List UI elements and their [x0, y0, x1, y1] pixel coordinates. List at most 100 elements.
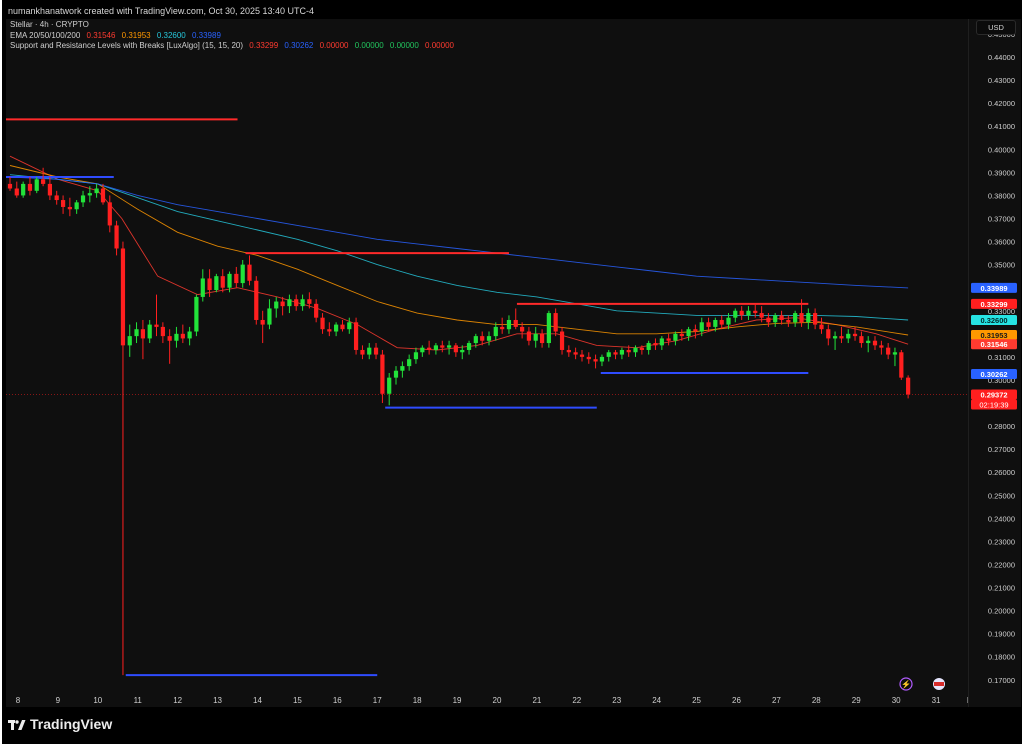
candle-body-109	[733, 310, 738, 318]
flag-stripe	[934, 682, 944, 686]
candle-body-66	[446, 345, 452, 348]
price-axis-svg: 0.450000.440000.430000.420000.410000.400…	[971, 30, 1017, 685]
candle-body-101	[679, 333, 684, 337]
candle-body-28	[194, 296, 199, 332]
ema200-value: 0.33989	[191, 30, 221, 40]
candle-body-85	[573, 352, 578, 355]
candle-body-21	[147, 324, 152, 339]
candle-body-95	[639, 347, 644, 350]
x-tick-label: 10	[93, 696, 102, 705]
candle-body-106	[713, 319, 718, 327]
candle-body-55	[373, 347, 379, 355]
y-tick-label: 0.28000	[988, 422, 1015, 431]
candle-body-26	[180, 333, 185, 339]
candle-body-11	[80, 195, 86, 203]
sr-label: Support and Resistance Levels with Break…	[10, 41, 244, 50]
candle-body-56	[380, 354, 385, 394]
candle-body-65	[440, 345, 445, 348]
candle-body-2	[21, 183, 26, 196]
sr-value-1: 0.33299	[249, 41, 279, 50]
candle-body-16	[114, 225, 119, 249]
x-tick-label: 31	[932, 696, 941, 705]
chart-header: numankhanatwork created with TradingView…	[8, 6, 314, 16]
ema-line-3	[9, 174, 909, 321]
ema-line[interactable]: EMA 20/50/100/200 0.31546 0.31953 0.3260…	[10, 31, 458, 42]
price-badge-1: 0.33299	[980, 300, 1007, 309]
candle-body-15	[107, 202, 112, 226]
candle-body-120	[806, 313, 811, 323]
candle-body-24	[167, 336, 172, 341]
y-tick-label: 0.26000	[988, 468, 1015, 477]
candle-body-34	[234, 273, 239, 284]
y-tick-label: 0.31000	[988, 353, 1015, 362]
candle-body-46	[314, 303, 319, 318]
candle-body-29	[200, 278, 205, 297]
candle-body-103	[693, 329, 698, 332]
currency-button[interactable]: USD	[976, 20, 1016, 35]
candle-body-14	[100, 188, 106, 203]
candle-body-76	[513, 319, 518, 327]
candle-body-115	[773, 315, 778, 323]
candle-body-54	[367, 347, 372, 355]
candle-body-53	[360, 349, 365, 355]
plot-area[interactable]: 8 9 10 11 12 13 14 15 16 17 18 19 20 21 22 23 24 25 26 27 28…	[6, 19, 981, 707]
sr-value-3: 0.00000	[319, 41, 349, 50]
ema20-value: 0.31546	[86, 30, 116, 40]
candle-body-41	[280, 301, 285, 307]
candle-body-122	[819, 324, 824, 330]
x-tick-label: 12	[173, 696, 182, 705]
candle-body-116	[779, 315, 784, 320]
y-tick-label: 0.27000	[988, 445, 1015, 454]
y-tick-label: 0.40000	[988, 145, 1015, 154]
candle-body-18	[127, 336, 132, 346]
candle-body-135	[906, 377, 911, 395]
candle-body-71	[480, 336, 485, 341]
candle-body-64	[433, 345, 439, 350]
candle-body-114	[766, 317, 771, 323]
candle-body-36	[247, 264, 252, 281]
candle-body-80	[539, 333, 545, 344]
candle-body-119	[799, 313, 804, 323]
candle-body-63	[427, 347, 432, 350]
x-tick-label: 21	[532, 696, 541, 705]
x-tick-label: 27	[772, 696, 781, 705]
candle-body-33	[227, 273, 232, 288]
sr-value-4: 0.00000	[354, 41, 384, 50]
price-chart[interactable]: 8 9 10 11 12 13 14 15 16 17 18 19 20 21 22 23 24 25 26 27 28…	[6, 19, 981, 707]
price-axis[interactable]: 0.450000.440000.430000.420000.410000.400…	[968, 19, 1021, 707]
x-tick-label: 15	[293, 696, 302, 705]
sr-value-6: 0.00000	[425, 41, 454, 50]
ema100-value: 0.32600	[156, 30, 186, 40]
countdown-label: 02:19:39	[979, 400, 1008, 409]
sr-line[interactable]: Support and Resistance Levels with Break…	[10, 41, 458, 52]
candle-body-87	[586, 356, 591, 360]
candle-body-125	[839, 336, 844, 339]
candle-body-19	[134, 329, 139, 337]
candle-body-27	[187, 331, 192, 339]
candle-body-130	[872, 340, 878, 346]
candle-body-49	[334, 324, 339, 332]
candle-body-126	[846, 333, 851, 339]
candle-body-79	[533, 333, 538, 341]
tradingview-brand[interactable]: TradingView	[8, 716, 112, 732]
candle-body-112	[753, 310, 758, 314]
x-tick-label: 25	[692, 696, 701, 705]
candle-body-25	[174, 333, 179, 341]
candle-body-7	[54, 195, 59, 201]
sr-value-2: 0.30262	[284, 41, 314, 50]
candle-body-38	[260, 319, 265, 325]
symbol-line[interactable]: Stellar · 4h · CRYPTO	[10, 20, 458, 31]
sr-value-5: 0.00000	[389, 41, 419, 50]
x-tick-label: 11	[134, 696, 143, 705]
candle-body-100	[673, 333, 678, 341]
y-tick-label: 0.24000	[988, 514, 1015, 523]
y-tick-label: 0.23000	[988, 537, 1015, 546]
candle-body-52	[353, 322, 359, 350]
candle-body-92	[619, 349, 625, 355]
indicator-legend: Stellar · 4h · CRYPTO EMA 20/50/100/200 …	[10, 20, 458, 52]
candle-body-3	[27, 183, 33, 191]
candle-body-107	[719, 319, 724, 325]
candle-body-67	[453, 345, 458, 353]
candle-body-30	[207, 278, 212, 290]
candle-body-73	[493, 326, 498, 337]
